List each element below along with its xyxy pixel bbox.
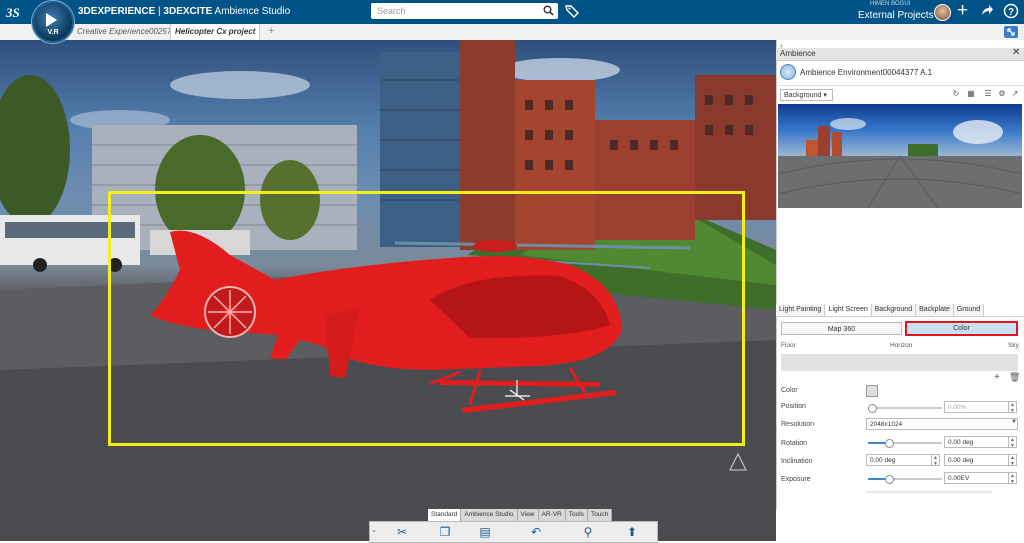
tab-ambience-studio[interactable]: Ambience Studio (461, 509, 518, 521)
tab-standard[interactable]: Standard (428, 509, 462, 521)
help-icon[interactable]: ? (1003, 3, 1019, 23)
rotation-field[interactable]: 0.00 deg (944, 436, 1009, 448)
tab-background[interactable]: Background (871, 304, 917, 316)
inclination-stepper-2[interactable]: ▲ ▼ (1009, 454, 1017, 467)
project-name: External Projects (858, 10, 934, 21)
environment-preview[interactable] (778, 104, 1022, 208)
add-icon[interactable]: + (957, 1, 968, 20)
gradient-bar[interactable] (781, 354, 1018, 371)
background-select-value: Background (784, 92, 822, 99)
chevron-down-icon[interactable]: ⌄ (370, 524, 378, 538)
search-input[interactable]: Search (371, 3, 558, 19)
tab-ar-vr[interactable]: AR-VR (539, 509, 566, 521)
color-mode-button[interactable]: Color (905, 321, 1018, 336)
play-icon[interactable] (46, 13, 57, 27)
inclination-field-1[interactable]: 0.00 deg (866, 454, 932, 466)
position-slider-handle[interactable] (868, 404, 877, 413)
position-label: Position (781, 403, 806, 410)
map-360-button[interactable]: Map 360 (781, 322, 902, 335)
undo-icon[interactable]: ↶ (528, 525, 544, 539)
inclination-field-2[interactable]: 0.00 deg (944, 454, 1009, 466)
paste-icon[interactable]: ▤ (477, 525, 493, 539)
import-icon[interactable]: ↻ (951, 89, 961, 99)
share-icon[interactable]: ⬆ (624, 525, 640, 539)
caret-down-icon[interactable]: ▼ (1011, 419, 1017, 425)
tab-light-screen[interactable]: Light Screen (825, 304, 872, 316)
app-title: 3DEXPERIENCE | 3DEXCITE Ambience Studio (78, 6, 291, 17)
position-slider[interactable] (868, 404, 942, 413)
3d-viewport[interactable] (0, 40, 776, 541)
grid-icon[interactable]: ▦ (966, 89, 976, 99)
app-name: Ambience Studio (214, 6, 291, 17)
resolution-label: Resolution (781, 421, 815, 428)
compass-icon[interactable]: V.R (32, 1, 74, 43)
tab-tools[interactable]: Tools (566, 509, 588, 521)
divider (776, 85, 1024, 86)
fullscreen-button[interactable] (1004, 26, 1018, 38)
svg-text:?: ? (1008, 7, 1014, 18)
project-selector[interactable]: External Projects ⌄ (858, 10, 945, 21)
exposure-slider-handle[interactable] (884, 475, 894, 484)
close-icon[interactable]: ✕ (1012, 47, 1020, 58)
action-bar: ⌄ ✂ ❐ ▤ ↶ ⚲ ⬆ (369, 521, 658, 543)
ambience-icon (780, 64, 796, 80)
tab-creative-experience[interactable]: Creative Experience002573 (73, 24, 180, 40)
cut-icon[interactable]: ✂ (394, 525, 410, 539)
username: HIMEN BOGUI (870, 1, 911, 7)
background-select[interactable]: Background ▾ (780, 89, 833, 101)
copy-icon[interactable]: ❐ (437, 525, 453, 539)
ambience-name: Ambience Environment00044377 A.1 (800, 68, 933, 77)
exposure-label: Exposure (781, 476, 811, 483)
position-field[interactable]: 0.00% (944, 401, 1009, 413)
share-icon[interactable] (980, 3, 994, 21)
resolution-select[interactable]: 2048x1024 (866, 418, 1018, 430)
gradient-sky-label: Sky (1008, 342, 1019, 349)
svg-text:3S: 3S (6, 5, 20, 20)
color-label: Color (781, 387, 798, 394)
gradient-horizon-label: Horizon (890, 342, 913, 349)
gear-icon[interactable]: ⚙ (997, 89, 1007, 99)
avatar[interactable] (934, 4, 951, 21)
inclination-label: Inclination (781, 458, 813, 465)
brand-3dexperience: 3DEXPERIENCE (78, 6, 156, 17)
tab-backplate[interactable]: Backplate (916, 304, 954, 316)
exposure-slider[interactable] (868, 475, 942, 484)
caret-down-icon: ▾ (823, 92, 827, 99)
gradient-floor-label: Floor (781, 342, 796, 349)
search-placeholder: Search (377, 6, 406, 16)
layers-icon[interactable]: ☰ (983, 89, 993, 99)
color-swatch[interactable] (866, 385, 878, 397)
tab-helicopter-project[interactable]: Helicopter Cx project (170, 24, 261, 40)
tab-touch[interactable]: Touch (588, 509, 613, 521)
add-tab-button[interactable]: + (268, 24, 274, 39)
inclination-stepper-1[interactable]: ▲ ▼ (932, 454, 940, 467)
export-icon[interactable]: ↗ (1010, 89, 1020, 99)
exposure-stepper[interactable]: ▲ ▼ (1009, 472, 1017, 485)
tab-bar: Creative Experience002573 Helicopter Cx … (0, 24, 1024, 41)
rotation-label: Rotation (781, 440, 808, 447)
compass-version: V.R (47, 29, 59, 36)
position-stepper[interactable]: ▲ ▼ (1009, 401, 1017, 414)
action-bar-tabs: Standard Ambience Studio View AR-VR Tool… (428, 509, 613, 521)
rotation-stepper[interactable]: ▲ ▼ (1009, 436, 1017, 449)
tab-ground[interactable]: Ground (953, 304, 985, 316)
brand-3dexcite: 3DEXCITE (163, 6, 213, 17)
rotation-slider[interactable] (868, 439, 942, 448)
3ds-logo[interactable]: 3S (5, 4, 26, 23)
rotation-slider-handle[interactable] (884, 439, 894, 448)
search-icon[interactable] (543, 5, 554, 19)
tab-view[interactable]: View (518, 509, 539, 521)
tab-light-painting[interactable]: Light Painting (776, 304, 826, 316)
add-icon[interactable]: + (994, 372, 1000, 383)
ambience-tabs: Light Painting Light Screen Background B… (776, 304, 1024, 317)
trash-icon[interactable]: 🗑 (1009, 372, 1020, 383)
selection-bounding-box (108, 191, 745, 446)
tag-icon[interactable] (565, 4, 579, 21)
exposure-field[interactable]: 0.00EV (944, 472, 1009, 484)
panel-title: Ambience (780, 49, 816, 58)
zoom-icon[interactable]: ⚲ (580, 525, 596, 539)
panel-scrollbar[interactable] (866, 491, 992, 493)
